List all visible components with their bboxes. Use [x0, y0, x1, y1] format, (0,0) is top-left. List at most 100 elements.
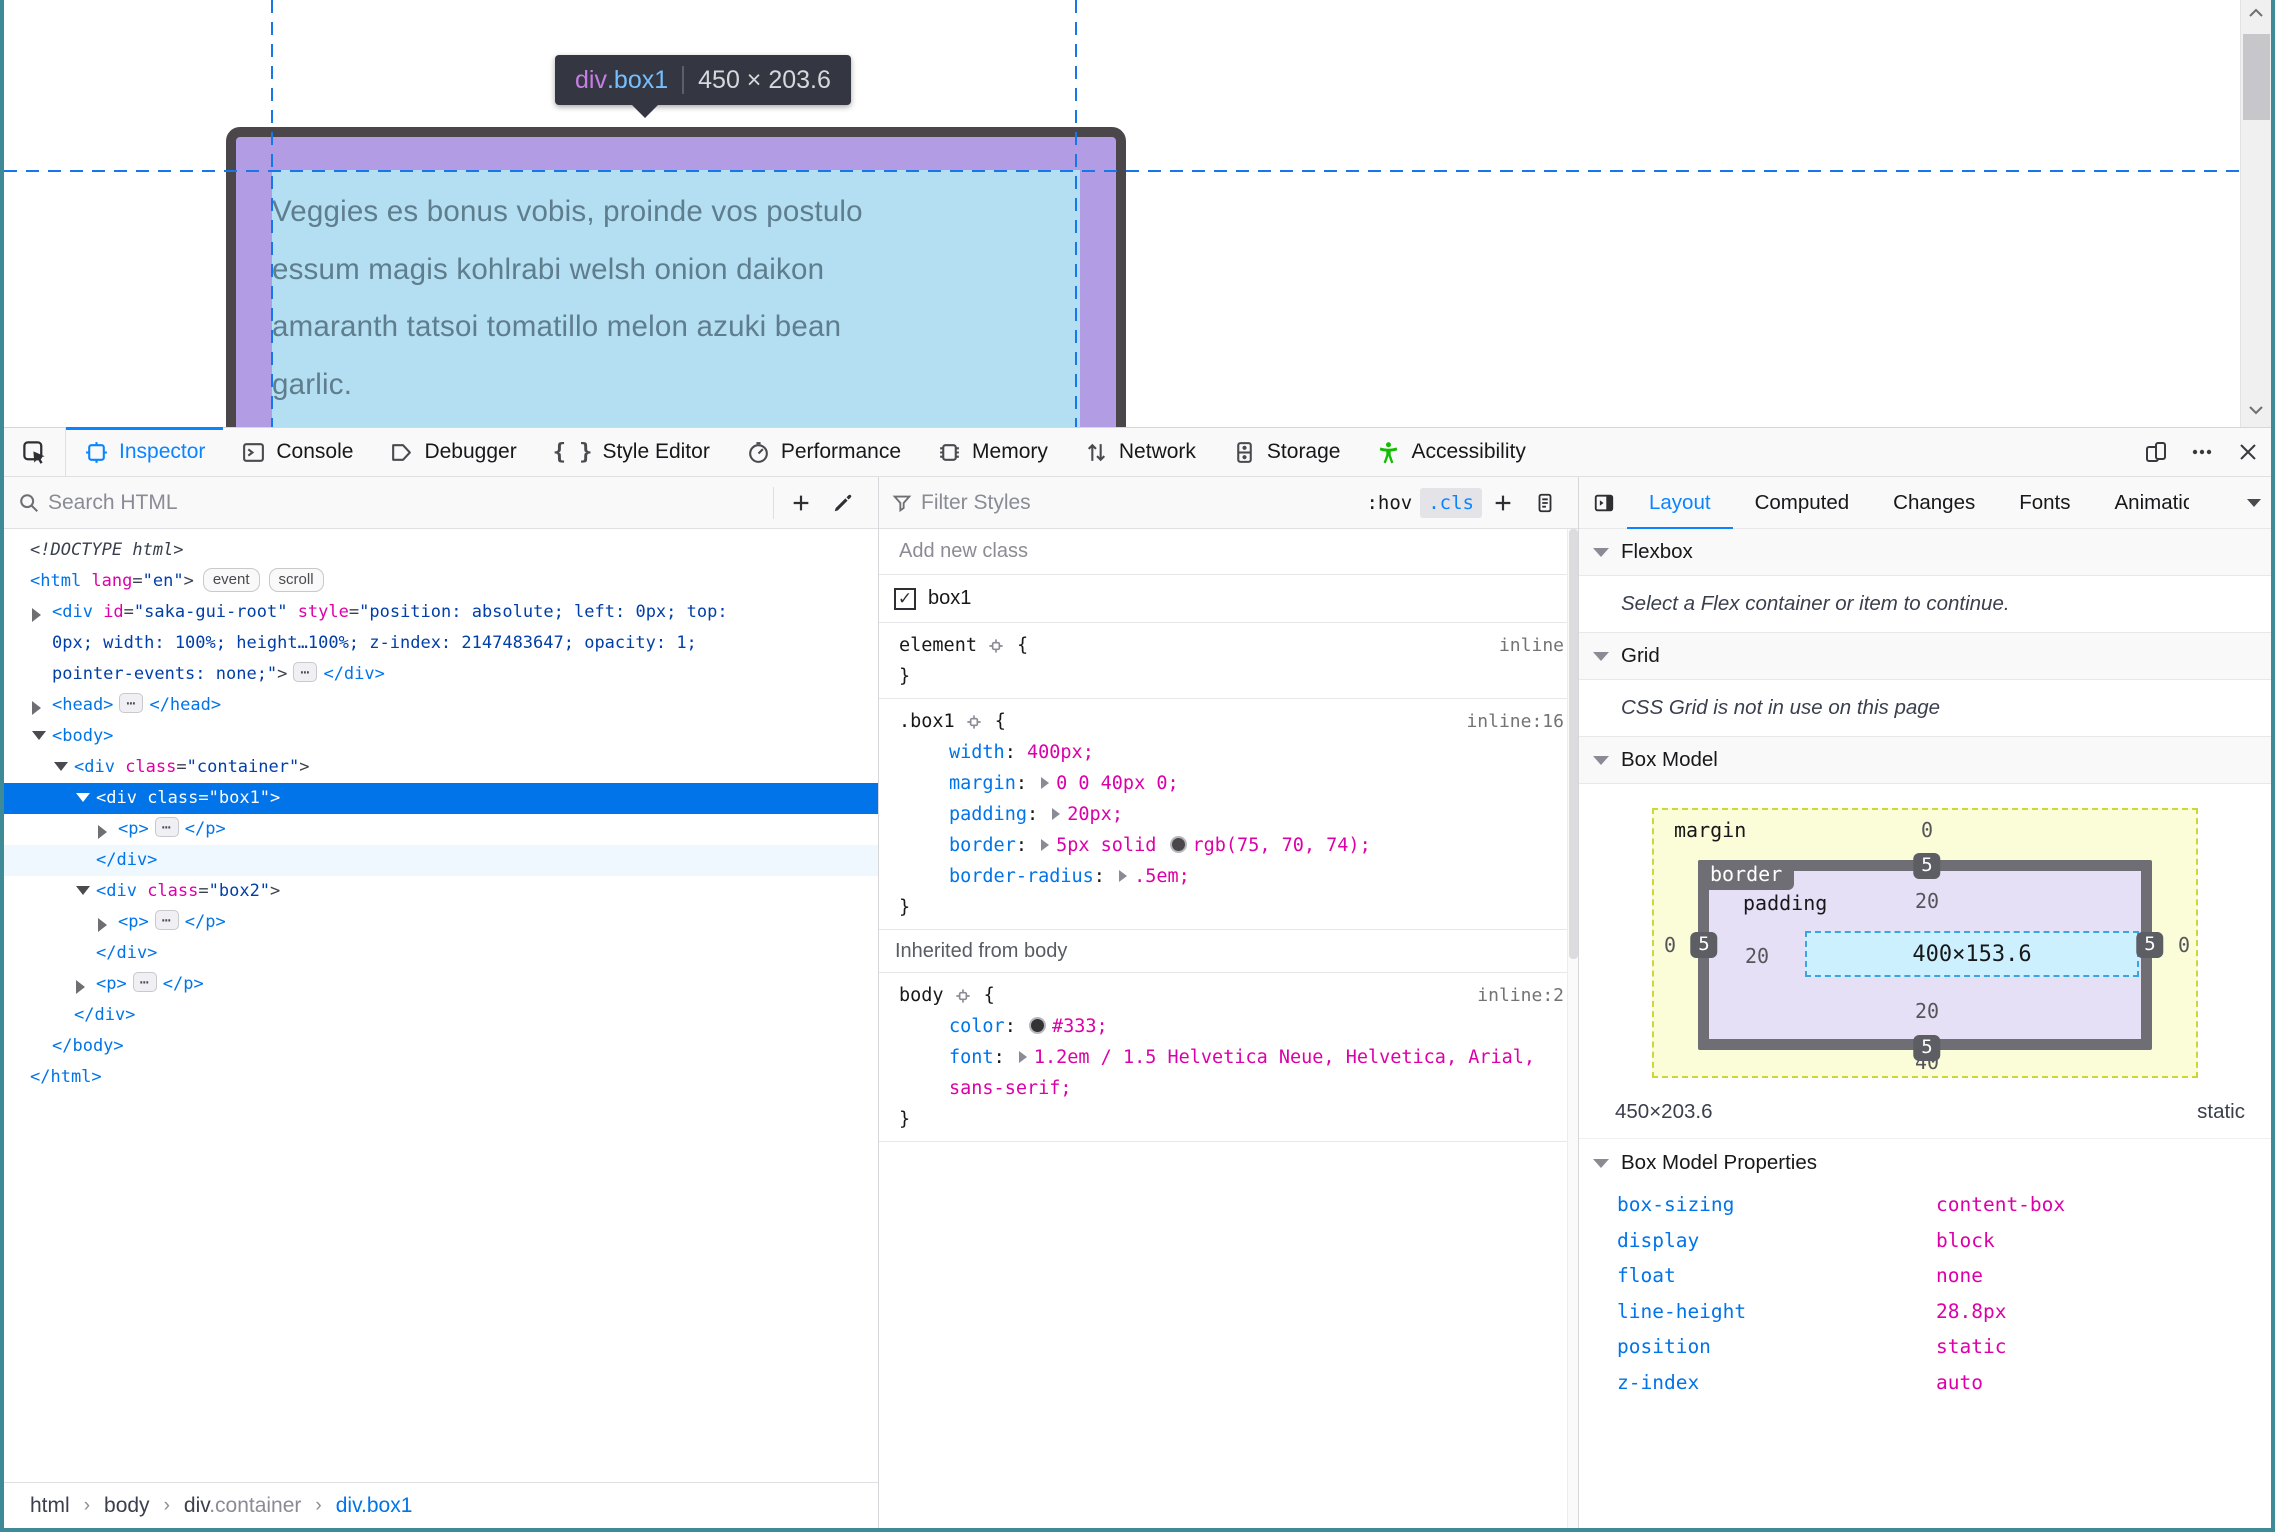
collapse-twisty-icon[interactable] [76, 886, 90, 895]
scroll-up-icon[interactable] [2241, 0, 2271, 26]
inline-expander[interactable]: ⋯ [154, 817, 179, 837]
tab-storage[interactable]: Storage [1214, 428, 1359, 476]
tab-inspector[interactable]: Inspector [66, 427, 224, 476]
css-declaration[interactable]: font: 1.2em / 1.5 Helvetica Neue, Helvet… [879, 1042, 1578, 1104]
sidebar-tab-animations[interactable]: Animations [2093, 477, 2189, 529]
tab-style-editor[interactable]: { } Style Editor [535, 428, 728, 476]
markup-line[interactable]: </html> [4, 1062, 878, 1093]
expand-shorthand-icon[interactable] [1018, 1051, 1027, 1063]
breadcrumb-item[interactable]: div.container [184, 1494, 302, 1518]
css-declaration[interactable]: margin: 0 0 40px 0; [879, 768, 1578, 799]
margin-right-value[interactable]: 0 [2178, 933, 2190, 957]
css-declaration[interactable]: width: 400px; [879, 737, 1578, 768]
expand-twisty-icon[interactable] [32, 701, 41, 715]
rule-source-link[interactable]: inline:2 [1477, 985, 1564, 1006]
layout-property-name[interactable]: display [1579, 1223, 1936, 1259]
css-property-value[interactable]: 20px [1067, 804, 1112, 825]
inline-expander[interactable]: ⋯ [132, 972, 157, 992]
css-property-value[interactable]: rgb(75, 70, 74) [1193, 835, 1360, 856]
css-property-value[interactable]: 400px [1027, 742, 1083, 763]
tab-accessibility[interactable]: Accessibility [1358, 428, 1543, 476]
content-box[interactable]: 400×153.6 [1805, 931, 2139, 977]
flexbox-section-header[interactable]: Flexbox [1579, 528, 2271, 576]
border-top-value[interactable]: 5 [1913, 853, 1941, 879]
expand-shorthand-icon[interactable] [1119, 870, 1128, 882]
add-node-button[interactable] [780, 492, 822, 514]
border-right-value[interactable]: 5 [2136, 932, 2164, 958]
expand-shorthand-icon[interactable] [1041, 777, 1050, 789]
expand-shorthand-icon[interactable] [1052, 808, 1061, 820]
css-declaration[interactable]: padding: 20px; [879, 799, 1578, 830]
layout-property-name[interactable]: line-height [1579, 1294, 1936, 1330]
sidebar-tab-fonts[interactable]: Fonts [1997, 477, 2092, 529]
markup-line[interactable]: </body> [4, 1031, 878, 1062]
grid-section-header[interactable]: Grid [1579, 632, 2271, 680]
sidebar-tab-changes[interactable]: Changes [1871, 477, 1997, 529]
padding-bottom-value[interactable]: 20 [1915, 999, 1939, 1023]
collapse-twisty-icon[interactable] [32, 731, 46, 740]
layout-property-name[interactable]: z-index [1579, 1365, 1936, 1401]
breadcrumb-item[interactable]: body [104, 1494, 150, 1518]
print-media-icon[interactable] [1524, 492, 1566, 514]
layout-property-name[interactable]: float [1579, 1258, 1936, 1294]
css-property-value[interactable]: #333 [1052, 1016, 1097, 1037]
markup-line[interactable]: <html lang="en"> event scroll [4, 566, 878, 597]
expand-twisty-icon[interactable] [76, 980, 85, 994]
close-devtools-icon[interactable] [2225, 428, 2271, 476]
collapse-twisty-icon[interactable] [76, 793, 90, 802]
node-picker-button[interactable] [4, 428, 66, 476]
markup-line[interactable]: </div> [4, 1000, 878, 1031]
add-rule-button[interactable] [1482, 492, 1524, 514]
expand-twisty-icon[interactable] [32, 608, 41, 622]
color-swatch-icon[interactable] [1028, 1017, 1046, 1034]
eyedropper-icon[interactable] [822, 492, 864, 514]
margin-left-value[interactable]: 0 [1664, 933, 1676, 957]
sidebar-tab-computed[interactable]: Computed [1733, 477, 1872, 529]
css-property-value[interactable]: 5px solid [1056, 835, 1167, 856]
boxmodel-section-header[interactable]: Box Model [1579, 736, 2271, 784]
tab-memory[interactable]: Memory [919, 428, 1066, 476]
all-tabs-dropdown-icon[interactable] [2237, 497, 2271, 509]
css-declaration[interactable]: color: #333; [879, 1011, 1578, 1042]
expand-sidebar-icon[interactable] [1579, 492, 1627, 514]
filter-styles-input[interactable] [913, 490, 1359, 515]
pseudo-class-toggle[interactable]: :hov [1358, 488, 1420, 518]
css-property-name[interactable]: padding [949, 804, 1027, 825]
border-bottom-value[interactable]: 5 [1913, 1035, 1941, 1061]
page-scrollbar[interactable] [2240, 0, 2271, 427]
selector-highlighter-icon[interactable] [964, 712, 984, 732]
markup-line[interactable]: <p> ⋯ </p> [4, 814, 878, 845]
css-property-name[interactable]: width [949, 742, 1005, 763]
boxmodel-properties-header[interactable]: Box Model Properties [1579, 1138, 2271, 1187]
class-checkbox[interactable]: ✓ [894, 587, 916, 610]
add-new-class-input[interactable] [879, 529, 1578, 574]
rule-selector[interactable]: body [899, 980, 944, 1011]
layout-property-name[interactable]: box-sizing [1579, 1187, 1936, 1223]
expand-twisty-icon[interactable] [98, 825, 107, 839]
event-badge[interactable]: scroll [268, 568, 324, 592]
markup-line[interactable]: <div class="box2"> [4, 876, 878, 907]
markup-line[interactable]: <div id="saka-gui-root" style="position:… [4, 597, 878, 690]
inline-expander[interactable]: ⋯ [119, 693, 144, 713]
css-declaration[interactable]: border: 5px solid rgb(75, 70, 74); [879, 830, 1578, 861]
class-panel-toggle[interactable]: .cls [1420, 487, 1482, 518]
sidebar-tab-layout[interactable]: Layout [1627, 477, 1733, 529]
breadcrumb-item[interactable]: div.box1 [336, 1494, 413, 1518]
markup-line[interactable]: <!DOCTYPE html> [4, 535, 878, 566]
color-swatch-icon[interactable] [1169, 836, 1187, 853]
css-property-name[interactable]: color [949, 1016, 1005, 1037]
inline-expander[interactable]: ⋯ [293, 662, 318, 682]
padding-left-value[interactable]: 20 [1745, 944, 1769, 968]
css-declaration[interactable]: border-radius: .5em; [879, 861, 1578, 892]
devtools-menu-icon[interactable] [2179, 428, 2225, 476]
css-property-name[interactable]: font [949, 1047, 994, 1068]
scrollbar-thumb[interactable] [2243, 34, 2270, 120]
markup-line[interactable]: <div class="container"> [4, 752, 878, 783]
responsive-design-mode-icon[interactable] [2133, 428, 2179, 476]
inline-expander[interactable]: ⋯ [154, 910, 179, 930]
scroll-down-icon[interactable] [2241, 397, 2271, 423]
markup-line[interactable]: <p> ⋯ </p> [4, 969, 878, 1000]
markup-line[interactable]: <div class="box1"> [4, 783, 878, 814]
css-property-name[interactable]: margin [949, 773, 1016, 794]
markup-line[interactable]: <head> ⋯ </head> [4, 690, 878, 721]
